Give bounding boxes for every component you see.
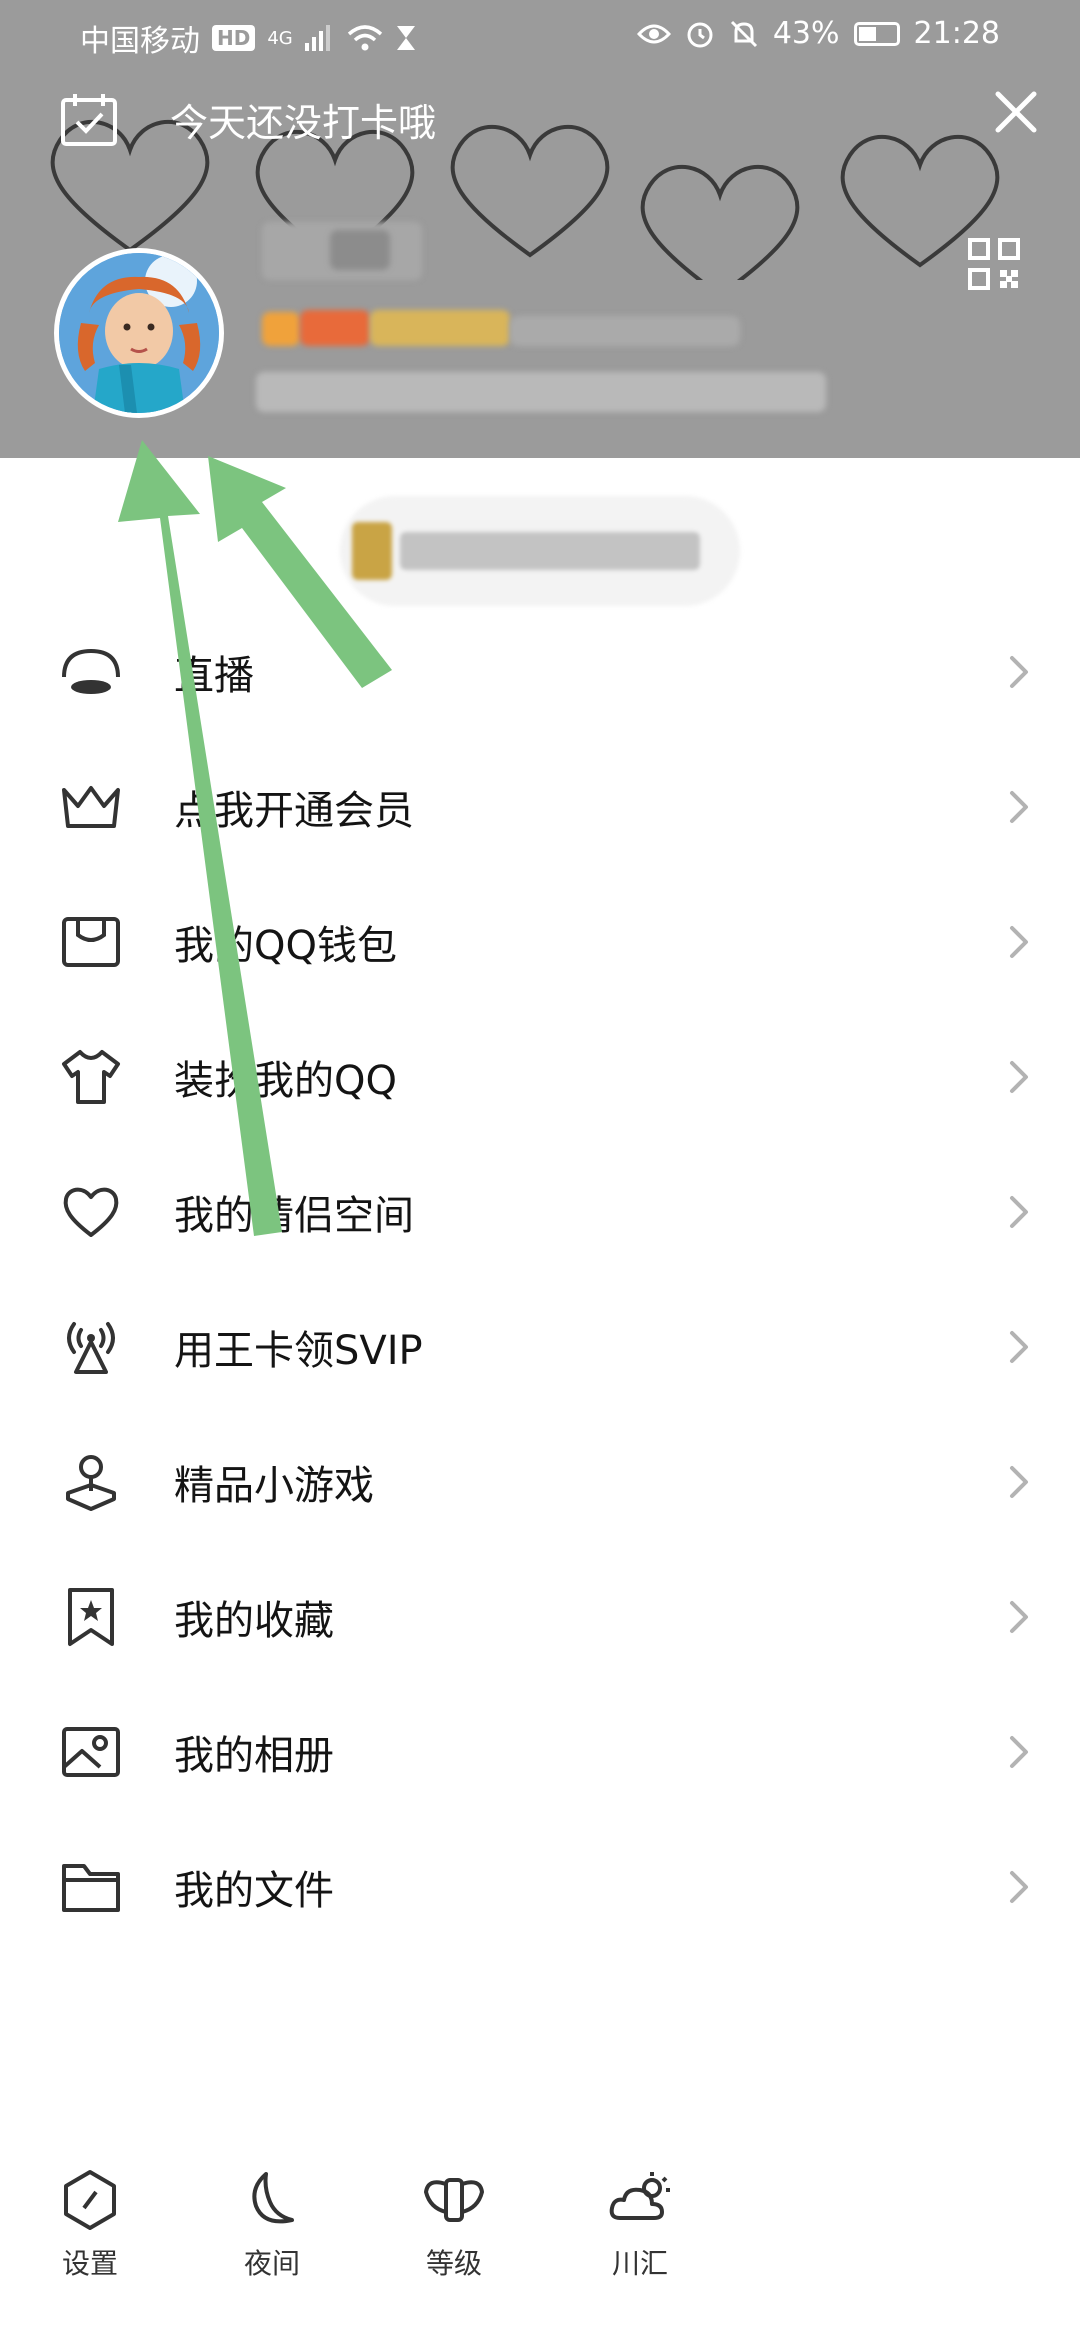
menu-item-label: 精品小游戏 <box>174 1462 374 1509</box>
chevron-right-icon <box>1010 1870 1028 1903</box>
checkin-reminder-text[interactable]: 今天还没打卡哦 <box>170 92 436 147</box>
carrier-text: 中国移动 <box>80 24 200 59</box>
menu-item-label: 用王卡领SVIP <box>174 1327 423 1374</box>
menu-item-label: 装扮我的QQ <box>174 1057 397 1104</box>
avatar[interactable] <box>54 248 224 418</box>
battery-icon <box>853 21 900 46</box>
chevron-right-icon <box>1010 1735 1028 1768</box>
menu-item-label: 我的QQ钱包 <box>174 922 397 969</box>
qr-code-icon[interactable] <box>968 238 1020 290</box>
menu-item-label: 直播 <box>174 652 254 699</box>
menu-item-label: 我的收藏 <box>174 1597 334 1644</box>
hd-badge: HD <box>212 25 256 51</box>
close-icon[interactable] <box>992 88 1040 136</box>
profile-header: 中国移动 HD 4G 43% 21:28 今天还没打卡哦 <box>0 0 1080 458</box>
weather-cloud-sun-icon <box>609 2172 670 2220</box>
folder-icon <box>58 1854 124 1920</box>
menu-item-label: 我的相册 <box>174 1732 334 1779</box>
status-pill-redacted[interactable] <box>340 496 740 606</box>
settings-label: 设置 <box>61 2247 118 2280</box>
chevron-right-icon <box>1010 925 1028 958</box>
mute-bell-icon <box>730 20 757 47</box>
heart-icon <box>58 1179 124 1245</box>
chevron-right-icon <box>1010 1465 1028 1498</box>
wings-icon <box>424 2178 484 2222</box>
wallet-icon <box>58 909 124 975</box>
settings-icon <box>64 2170 116 2230</box>
menu-item-mini-games[interactable]: 精品小游戏 <box>0 1414 1080 1549</box>
menu-item-label: 我的情侣空间 <box>174 1192 414 1239</box>
calendar-check-icon[interactable] <box>60 92 118 146</box>
bookmark-star-icon <box>58 1584 124 1650</box>
battery-percent: 43% <box>772 16 840 51</box>
drawer-menu: 直播 点我开通会员 我的QQ钱包 装扮我的QQ 我的情侣空间 用王卡领SVIP <box>0 604 1080 1954</box>
menu-item-king-card[interactable]: 用王卡领SVIP <box>0 1279 1080 1414</box>
joystick-icon <box>58 1449 124 1515</box>
wifi-icon <box>347 25 382 51</box>
chevron-right-icon <box>1010 1330 1028 1363</box>
settings-button[interactable]: 设置 <box>30 2168 150 2282</box>
tshirt-icon <box>58 1044 124 1110</box>
night-mode-button[interactable]: 夜间 <box>212 2168 332 2282</box>
chevron-right-icon <box>1010 790 1028 823</box>
moon-icon <box>252 2172 294 2224</box>
chevron-right-icon <box>1010 655 1028 688</box>
menu-item-live[interactable]: 直播 <box>0 604 1080 739</box>
night-mode-label: 夜间 <box>243 2247 300 2280</box>
weather-label: 川汇 <box>611 2247 668 2280</box>
menu-item-dress-up[interactable]: 装扮我的QQ <box>0 1009 1080 1144</box>
hourglass-icon <box>396 26 415 50</box>
avatar-image <box>59 253 219 413</box>
signal-bars-icon <box>304 25 330 51</box>
level-label: 等级 <box>425 2247 482 2280</box>
eye-icon <box>636 24 671 43</box>
crown-icon <box>58 774 124 840</box>
live-icon <box>58 639 124 705</box>
menu-item-label: 我的文件 <box>174 1867 334 1914</box>
drawer-bottom-bar: 设置 夜间 等级 川汇 <box>0 2168 1080 2318</box>
chevron-right-icon <box>1010 1060 1028 1093</box>
clock-time: 21:28 <box>913 16 1000 51</box>
menu-item-wallet[interactable]: 我的QQ钱包 <box>0 874 1080 1009</box>
menu-item-files[interactable]: 我的文件 <box>0 1819 1080 1954</box>
chevron-right-icon <box>1010 1195 1028 1228</box>
signal-tower-icon <box>58 1314 124 1380</box>
network-type: 4G <box>267 27 293 49</box>
alarm-icon <box>687 22 713 47</box>
menu-item-album[interactable]: 我的相册 <box>0 1684 1080 1819</box>
chevron-right-icon <box>1010 1600 1028 1633</box>
status-bar: 中国移动 HD 4G 43% 21:28 <box>0 0 1080 72</box>
menu-item-label: 点我开通会员 <box>174 787 414 834</box>
photo-album-icon <box>58 1719 124 1785</box>
level-button[interactable]: 等级 <box>394 2168 514 2282</box>
weather-button[interactable]: 川汇 <box>580 2168 700 2282</box>
menu-item-favorites[interactable]: 我的收藏 <box>0 1549 1080 1684</box>
menu-item-couple-space[interactable]: 我的情侣空间 <box>0 1144 1080 1279</box>
menu-item-vip[interactable]: 点我开通会员 <box>0 739 1080 874</box>
